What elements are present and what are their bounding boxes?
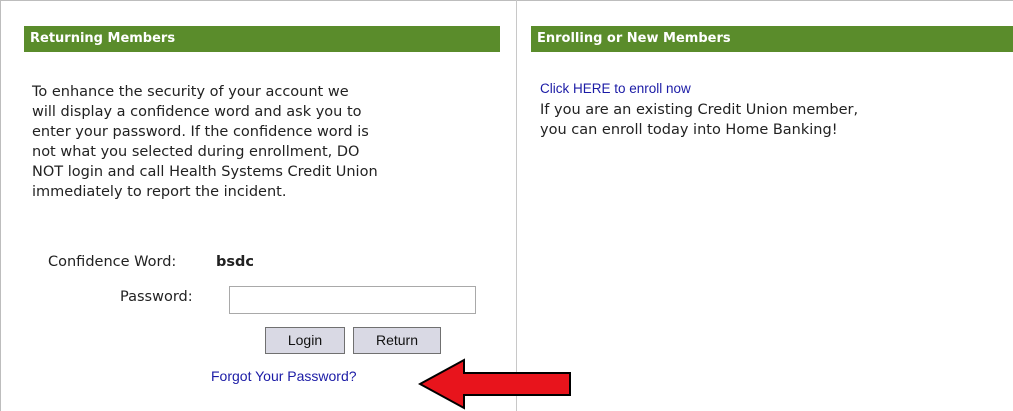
column-divider bbox=[516, 0, 517, 411]
enrolling-members-header: Enrolling or New Members bbox=[531, 26, 1013, 52]
returning-members-header: Returning Members bbox=[24, 26, 500, 52]
confidence-word-value: bsdc bbox=[216, 254, 254, 270]
red-arrow-icon bbox=[418, 358, 571, 410]
frame-left-border bbox=[0, 0, 1, 411]
password-input[interactable] bbox=[229, 286, 476, 314]
enroll-description: If you are an existing Credit Union memb… bbox=[540, 102, 859, 138]
return-button[interactable]: Return bbox=[353, 327, 441, 354]
security-description: To enhance the security of your account … bbox=[32, 84, 378, 200]
forgot-password-link[interactable]: Forgot Your Password? bbox=[211, 368, 357, 384]
enroll-now-link[interactable]: Click HERE to enroll now bbox=[540, 81, 691, 96]
confidence-word-label: Confidence Word: bbox=[48, 254, 177, 270]
password-label: Password: bbox=[120, 289, 193, 305]
frame-top-border bbox=[0, 0, 1013, 1]
login-button[interactable]: Login bbox=[265, 327, 345, 354]
